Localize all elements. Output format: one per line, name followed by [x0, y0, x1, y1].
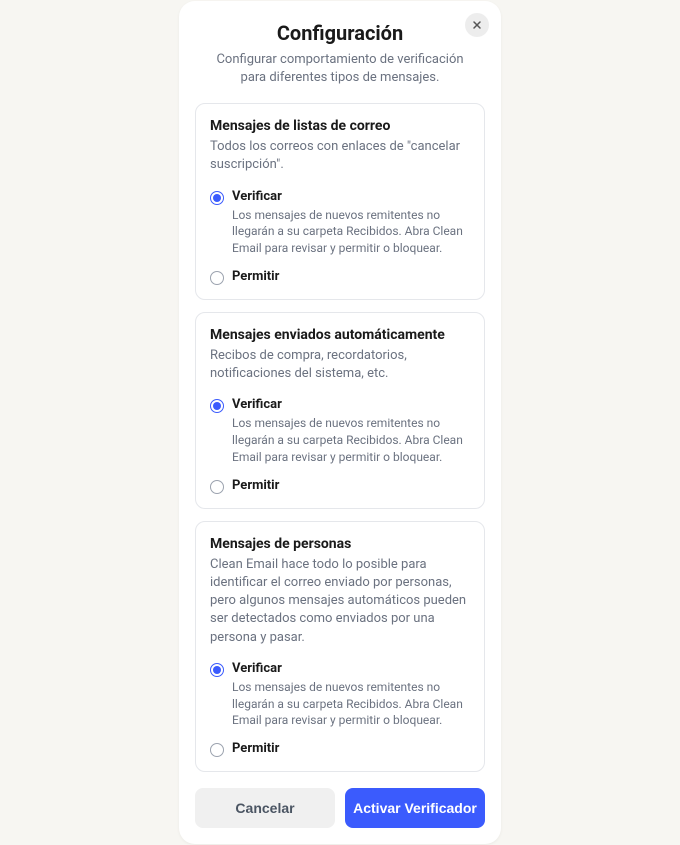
radio-option[interactable]: Verificar Los mensajes de nuevos remitent… [210, 189, 470, 257]
radio-label: Verificar [232, 661, 470, 676]
radio-content: Verificar Los mensajes de nuevos remitent… [232, 189, 470, 257]
radio-icon [210, 663, 224, 677]
radio-option[interactable]: Permitir [210, 478, 470, 494]
section-desc: Todos los correos con enlaces de "cancel… [210, 138, 470, 174]
radio-content: Permitir [232, 741, 470, 756]
modal-subtitle: Configurar comportamiento de verificació… [211, 51, 469, 87]
activate-button[interactable]: Activar Verificador [345, 788, 485, 828]
radio-content: Verificar Los mensajes de nuevos remitent… [232, 397, 470, 465]
settings-section: Mensajes de listas de correo Todos los co… [195, 103, 485, 300]
radio-label: Permitir [232, 741, 470, 756]
radio-label: Permitir [232, 269, 470, 284]
radio-icon [210, 399, 224, 413]
section-title: Mensajes enviados automáticamente [210, 327, 470, 343]
radio-label: Verificar [232, 397, 470, 412]
radio-desc: Los mensajes de nuevos remitentes no lle… [232, 415, 470, 465]
radio-option[interactable]: Verificar Los mensajes de nuevos remitent… [210, 397, 470, 465]
section-desc: Clean Email hace todo lo posible para id… [210, 556, 470, 647]
button-row: Cancelar Activar Verificador [195, 788, 485, 828]
section-title: Mensajes de personas [210, 536, 470, 552]
radio-icon [210, 271, 224, 285]
radio-option[interactable]: Permitir [210, 269, 470, 285]
close-button[interactable] [465, 13, 489, 37]
radio-option[interactable]: Permitir [210, 741, 470, 757]
radio-desc: Los mensajes de nuevos remitentes no lle… [232, 679, 470, 729]
cancel-button[interactable]: Cancelar [195, 788, 335, 828]
section-title: Mensajes de listas de correo [210, 118, 470, 134]
radio-label: Verificar [232, 189, 470, 204]
modal-title: Configuración [211, 21, 469, 45]
modal-header: Configuración Configurar comportamiento … [195, 17, 485, 87]
radio-desc: Los mensajes de nuevos remitentes no lle… [232, 207, 470, 257]
radio-icon [210, 191, 224, 205]
radio-content: Verificar Los mensajes de nuevos remitent… [232, 661, 470, 729]
settings-section: Mensajes de personas Clean Email hace tod… [195, 521, 485, 772]
radio-label: Permitir [232, 478, 470, 493]
radio-content: Permitir [232, 269, 470, 284]
settings-modal: Configuración Configurar comportamiento … [179, 1, 501, 844]
settings-section: Mensajes enviados automáticamente Recibos… [195, 312, 485, 509]
radio-icon [210, 743, 224, 757]
radio-content: Permitir [232, 478, 470, 493]
radio-icon [210, 480, 224, 494]
close-icon [471, 19, 483, 31]
radio-option[interactable]: Verificar Los mensajes de nuevos remitent… [210, 661, 470, 729]
section-desc: Recibos de compra, recordatorios, notifi… [210, 347, 470, 383]
